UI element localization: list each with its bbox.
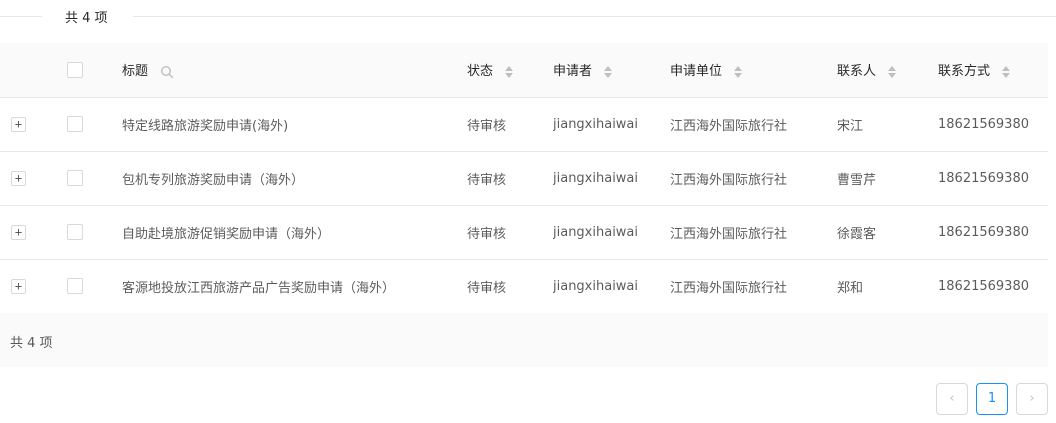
cell-applicant: jiangxihaiwai bbox=[553, 97, 670, 152]
column-header-status[interactable]: 状态 bbox=[467, 43, 553, 98]
column-phone-label: 联系方式 bbox=[938, 64, 991, 80]
table-header-row: 标题 状态 申请者 申请单位 联系人 联系方式 bbox=[0, 43, 1048, 98]
column-applicant-label: 申请者 bbox=[553, 64, 593, 80]
sort-icon[interactable] bbox=[604, 65, 613, 79]
divider-line-right bbox=[133, 16, 1056, 17]
cell-status: 待审核 bbox=[467, 259, 553, 314]
expand-row-button[interactable]: + bbox=[11, 116, 26, 132]
row-checkbox[interactable] bbox=[67, 116, 83, 132]
cell-unit: 江西海外国际旅行社 bbox=[670, 259, 837, 314]
summary-divider: 共 4 项 bbox=[0, 0, 1056, 34]
cell-applicant: jiangxihaiwai bbox=[553, 151, 670, 206]
cell-phone: 18621569380 bbox=[938, 151, 1048, 206]
sort-icon[interactable] bbox=[888, 65, 897, 79]
table-row: + 包机专列旅游奖励申请（海外） 待审核 jiangxihaiwai 江西海外国… bbox=[0, 151, 1048, 206]
column-status-label: 状态 bbox=[467, 64, 494, 80]
column-unit-label: 申请单位 bbox=[670, 64, 723, 80]
column-contact-label: 联系人 bbox=[837, 64, 877, 80]
expand-row-button[interactable]: + bbox=[11, 278, 26, 294]
cell-unit: 江西海外国际旅行社 bbox=[670, 151, 837, 206]
column-header-contact[interactable]: 联系人 bbox=[837, 43, 938, 98]
table-row: + 特定线路旅游奖励申请(海外) 待审核 jiangxihaiwai 江西海外国… bbox=[0, 97, 1048, 152]
cell-title: 包机专列旅游奖励申请（海外） bbox=[122, 151, 467, 206]
column-title-label: 标题 bbox=[122, 64, 149, 80]
cell-title: 特定线路旅游奖励申请(海外) bbox=[122, 97, 467, 152]
cell-applicant: jiangxihaiwai bbox=[553, 259, 670, 314]
expand-row-button[interactable]: + bbox=[11, 224, 26, 240]
search-icon[interactable] bbox=[160, 65, 174, 79]
cell-unit: 江西海外国际旅行社 bbox=[670, 205, 837, 260]
cell-contact: 徐霞客 bbox=[837, 205, 938, 260]
expand-row-button[interactable]: + bbox=[11, 170, 26, 186]
cell-phone: 18621569380 bbox=[938, 97, 1048, 152]
page-number-button[interactable]: 1 bbox=[976, 383, 1008, 415]
cell-phone: 18621569380 bbox=[938, 259, 1048, 314]
row-checkbox[interactable] bbox=[67, 224, 83, 240]
select-all-checkbox[interactable] bbox=[67, 61, 83, 78]
cell-title: 自助赴境旅游促销奖励申请（海外） bbox=[122, 205, 467, 260]
table-row: + 客源地投放江西旅游产品广告奖励申请（海外） 待审核 jiangxihaiwa… bbox=[0, 259, 1048, 314]
row-checkbox[interactable] bbox=[67, 170, 83, 186]
cell-phone: 18621569380 bbox=[938, 205, 1048, 260]
sort-icon[interactable] bbox=[505, 65, 514, 79]
cell-status: 待审核 bbox=[467, 97, 553, 152]
prev-page-button[interactable]: ‹ bbox=[936, 383, 968, 415]
cell-unit: 江西海外国际旅行社 bbox=[670, 97, 837, 152]
table-row: + 自助赴境旅游促销奖励申请（海外） 待审核 jiangxihaiwai 江西海… bbox=[0, 205, 1048, 260]
footer-summary-text: 共 4 项 bbox=[10, 336, 53, 351]
sort-icon[interactable] bbox=[734, 65, 743, 79]
cell-applicant: jiangxihaiwai bbox=[553, 205, 670, 260]
summary-top-text: 共 4 项 bbox=[65, 11, 108, 26]
column-header-title: 标题 bbox=[122, 43, 467, 98]
cell-contact: 曹雪芹 bbox=[837, 151, 938, 206]
cell-contact: 郑和 bbox=[837, 259, 938, 314]
header-check-cell bbox=[57, 43, 122, 98]
column-header-applicant[interactable]: 申请者 bbox=[553, 43, 670, 98]
cell-contact: 宋江 bbox=[837, 97, 938, 152]
sort-icon[interactable] bbox=[1002, 65, 1011, 79]
divider-line-left bbox=[0, 16, 42, 17]
next-page-button[interactable]: › bbox=[1016, 383, 1048, 415]
cell-status: 待审核 bbox=[467, 151, 553, 206]
row-checkbox[interactable] bbox=[67, 278, 83, 294]
application-table: 标题 状态 申请者 申请单位 联系人 联系方式 + 特定线路旅游奖励申请(海外)… bbox=[0, 43, 1048, 314]
header-expand-cell bbox=[0, 43, 57, 98]
table-footer: 共 4 项 bbox=[0, 313, 1048, 367]
cell-title: 客源地投放江西旅游产品广告奖励申请（海外） bbox=[122, 259, 467, 314]
cell-status: 待审核 bbox=[467, 205, 553, 260]
column-header-phone[interactable]: 联系方式 bbox=[938, 43, 1048, 98]
column-header-unit[interactable]: 申请单位 bbox=[670, 43, 837, 98]
